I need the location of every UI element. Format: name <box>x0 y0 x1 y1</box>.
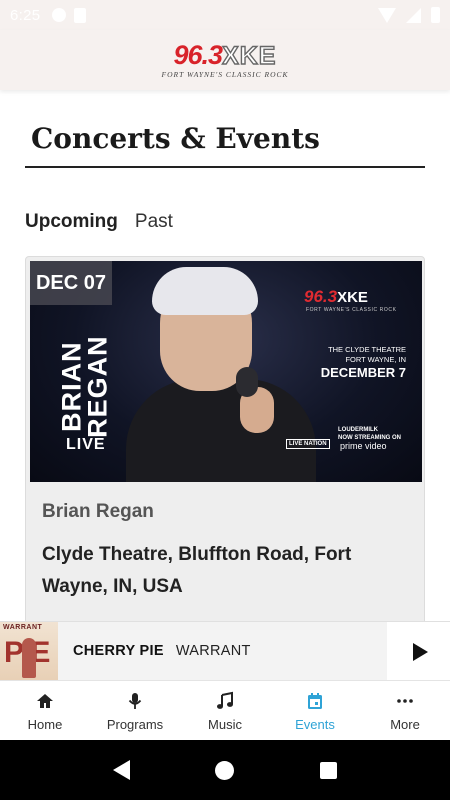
nav-home-label: Home <box>27 716 63 732</box>
page-title: Concerts & Events <box>31 122 320 155</box>
event-card[interactable]: BRIAN REGAN LIVE 96.3 XKE FORT WAYNE'S C… <box>25 256 425 636</box>
now-playing-song: CHERRY PIE <box>73 643 164 659</box>
nav-more-label: More <box>390 716 420 732</box>
play-icon <box>413 642 428 661</box>
poster-venue-line2: FORT WAYNE, IN <box>345 355 406 365</box>
home-circle-icon[interactable] <box>215 760 235 780</box>
album-art-band: WARRANT <box>3 624 43 631</box>
poster-special-title: LOUDERMILK <box>338 427 378 433</box>
poster-streaming-logo: prime video <box>340 441 387 451</box>
microphone-graphic <box>236 367 258 397</box>
recent-apps-icon[interactable] <box>320 761 338 779</box>
logo-callsign: XKE <box>221 41 277 70</box>
nav-programs[interactable]: Programs <box>90 681 180 741</box>
music-note-icon <box>217 691 233 709</box>
poster-venue-line1: THE CLYDE THEATRE <box>328 345 406 354</box>
logo-tagline: FORT WAYNE'S CLASSIC ROCK <box>161 69 289 79</box>
play-button[interactable] <box>387 622 450 681</box>
nav-music-label: Music <box>208 716 242 732</box>
sd-card-icon <box>74 7 87 23</box>
battery-icon <box>431 7 440 23</box>
poster-performer-body <box>126 379 316 482</box>
event-poster-image: BRIAN REGAN LIVE 96.3 XKE FORT WAYNE'S C… <box>30 261 422 482</box>
now-playing-artist: WARRANT <box>175 643 251 659</box>
mini-player[interactable]: WARRANT PIE CHERRY PIE WARRANT <box>0 621 450 681</box>
bottom-nav: Home Programs Music Events More <box>0 680 450 740</box>
back-icon[interactable] <box>112 760 130 780</box>
nav-music[interactable]: Music <box>180 681 270 741</box>
album-art-figure <box>22 638 36 678</box>
calendar-icon <box>308 692 322 709</box>
nav-programs-label: Programs <box>106 716 164 732</box>
microphone-icon <box>128 692 142 709</box>
app-header: 96.3 XKE FORT WAYNE'S CLASSIC ROCK <box>0 30 450 90</box>
poster-logo-frequency: 96.3 <box>304 287 338 306</box>
event-date-badge: DEC 07 <box>30 261 112 305</box>
tab-past[interactable]: Past <box>135 211 173 233</box>
poster-logo-tagline: FORT WAYNE'S CLASSIC ROCK <box>306 307 397 313</box>
poster-date: DECEMBER 7 <box>320 365 406 380</box>
tab-upcoming[interactable]: Upcoming <box>25 211 118 233</box>
more-dots-icon <box>397 698 413 703</box>
poster-promoter-logo: LIVE NATION <box>286 439 330 449</box>
nav-more[interactable]: More <box>360 681 450 741</box>
notification-app-icon <box>52 7 67 22</box>
system-navigation-bar <box>0 740 450 800</box>
poster-performer-hair <box>152 267 258 315</box>
nav-events-label: Events <box>295 716 335 732</box>
station-logo[interactable]: 96.3 XKE FORT WAYNE'S CLASSIC ROCK <box>161 39 289 79</box>
poster-logo-callsign: XKE <box>337 289 368 306</box>
signal-icon <box>406 7 421 23</box>
home-icon <box>37 693 53 708</box>
poster-station-logo: 96.3 XKE <box>304 287 368 307</box>
event-venue: Clyde Theatre, Bluffton Road, Fort Wayne… <box>42 544 352 597</box>
event-artist: Brian Regan <box>42 501 154 522</box>
wifi-icon <box>378 7 396 23</box>
nav-home[interactable]: Home <box>0 681 90 741</box>
logo-frequency: 96.3 <box>173 39 224 70</box>
status-time: 6:25 <box>10 6 41 24</box>
poster-special-promo: LOUDERMILK NOW STREAMING ON <box>338 427 401 442</box>
poster-live-text: LIVE <box>66 436 106 453</box>
status-system-icons <box>378 7 440 23</box>
title-divider <box>25 166 425 168</box>
screen: 6:25 96.3 XKE FORT WAYNE'S CLASSIC ROCK … <box>0 0 450 800</box>
event-tabs: Upcoming Past <box>25 211 173 233</box>
status-bar: 6:25 <box>0 0 450 30</box>
album-art: WARRANT PIE <box>0 622 58 680</box>
status-notification-icons <box>52 7 87 23</box>
nav-events[interactable]: Events <box>270 681 360 741</box>
poster-venue: THE CLYDE THEATRE FORT WAYNE, IN <box>296 345 406 365</box>
logo-wordmark: 96.3 XKE <box>173 39 277 70</box>
